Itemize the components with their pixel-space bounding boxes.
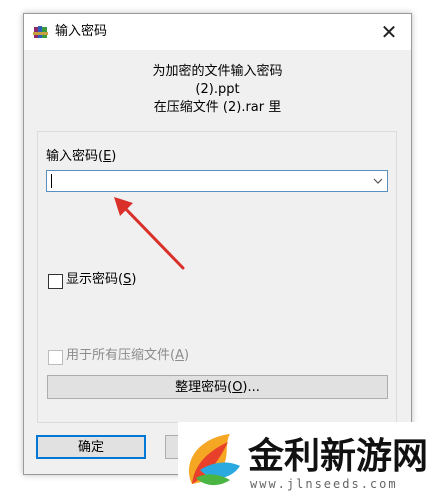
- close-button[interactable]: ✕: [369, 16, 409, 48]
- file-name: (2).ppt: [195, 82, 240, 97]
- watermark-logo: 金利新游网 www.jlnseeds.com: [178, 422, 434, 494]
- watermark-brand: 金利新游网: [247, 435, 428, 477]
- window-title: 输入密码: [55, 24, 108, 39]
- use-for-all-checkbox[interactable]: [48, 350, 63, 365]
- password-label: 输入密码(E): [46, 149, 117, 164]
- password-dialog: 输入密码 ✕ 为加密的文件输入密码 (2).ppt 在压缩文件 (2).rar …: [23, 13, 412, 475]
- ok-button[interactable]: 确定: [36, 435, 146, 459]
- chevron-down-icon[interactable]: [371, 173, 385, 189]
- password-input[interactable]: [46, 170, 388, 192]
- title-bar: 输入密码 ✕: [24, 14, 411, 50]
- archive-name: 在压缩文件 (2).rar 里: [153, 100, 282, 115]
- show-password-checkbox[interactable]: [48, 274, 63, 289]
- prompt-line: 为加密的文件输入密码: [152, 64, 283, 79]
- winrar-books-icon: [33, 26, 48, 38]
- prompt-text: 为加密的文件输入密码 (2).ppt 在压缩文件 (2).rar 里: [24, 63, 411, 117]
- red-arrow-annotation: [114, 197, 185, 270]
- text-caret: [51, 174, 52, 188]
- watermark-url: www.jlnseeds.com: [250, 477, 398, 491]
- organize-passwords-button[interactable]: 整理密码(O)...: [47, 375, 388, 399]
- show-password-label[interactable]: 显示密码(S): [66, 271, 136, 289]
- use-for-all-label: 用于所有压缩文件(A): [66, 348, 190, 363]
